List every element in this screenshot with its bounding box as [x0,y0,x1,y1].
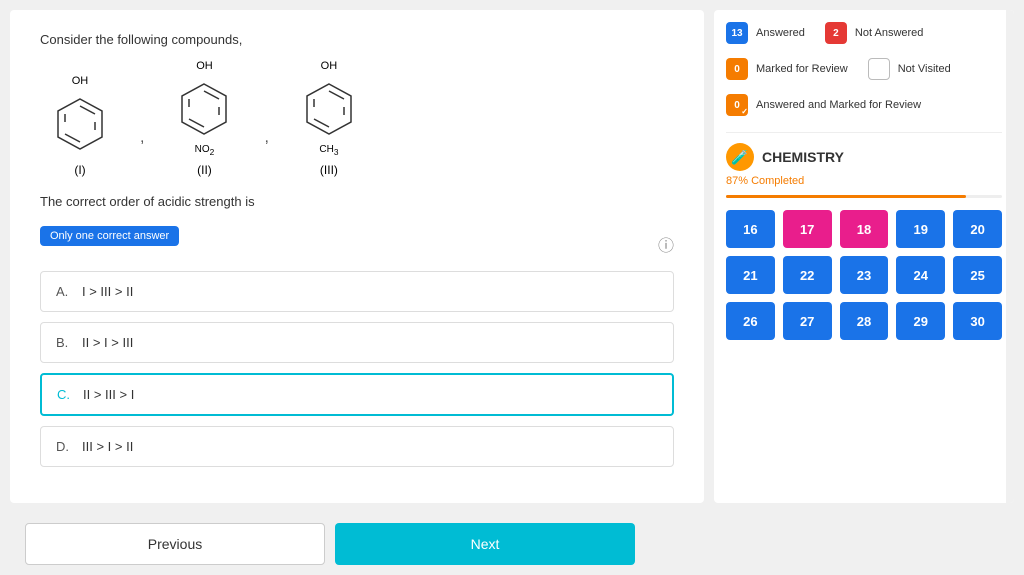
bottom-bar: Previous Next [0,513,1024,575]
q-btn-22[interactable]: 22 [783,256,832,294]
option-b-text: II > I > III [82,335,133,350]
compounds-container: OH (I) , OH [50,60,674,177]
compound-3-svg [299,74,359,144]
question-grid: 16 17 18 19 20 21 22 23 24 25 26 27 28 2… [726,210,1002,340]
option-a-text: I > III > II [82,284,133,299]
bottom-spacer [645,523,1009,565]
legend-not-visited: Not Visited [868,58,951,80]
q-btn-19[interactable]: 19 [896,210,945,248]
option-d[interactable]: D. III > I > II [40,426,674,467]
scrollbar[interactable] [1006,10,1014,503]
legend-row-1: 13 Answered 2 Not Answered [726,22,1002,52]
not-visited-badge [868,58,890,80]
right-panel: 13 Answered 2 Not Answered 0 Marked for … [714,10,1014,503]
compound-2-svg [174,74,234,144]
compound-2: OH NO2 (II) [174,60,234,177]
option-a-letter: A. [56,284,72,299]
comma-2: , [264,129,268,177]
q-btn-25[interactable]: 25 [953,256,1002,294]
compound-2-sub-top: OH [196,60,213,72]
answered-label: Answered [756,27,805,39]
comma-1: , [140,129,144,177]
badge-row: Only one correct answer ⓘ [40,226,674,261]
legend-container: 13 Answered 2 Not Answered 0 Marked for … [726,22,1002,133]
chemistry-icon: 🧪 [726,143,754,171]
progress-bar-fill [726,195,966,198]
question-text: Consider the following compounds, [40,30,674,50]
compound-3: OH CH3 (III) [299,60,359,177]
compound-1-svg [50,89,110,159]
subject-title: CHEMISTRY [762,149,844,165]
answered-marked-badge: 0✓ [726,94,748,116]
option-a[interactable]: A. I > III > II [40,271,674,312]
q-btn-27[interactable]: 27 [783,302,832,340]
q-btn-16[interactable]: 16 [726,210,775,248]
compound-2-sub-bottom: NO2 [195,144,215,157]
legend-answered-marked: 0✓ Answered and Marked for Review [726,94,1002,116]
option-c[interactable]: C. II > III > I [40,373,674,416]
q-btn-26[interactable]: 26 [726,302,775,340]
q-btn-23[interactable]: 23 [840,256,889,294]
q-btn-29[interactable]: 29 [896,302,945,340]
compound-2-label: (II) [197,163,212,177]
main-container: Consider the following compounds, OH (I)… [0,0,1024,513]
option-b-letter: B. [56,335,72,350]
q-btn-21[interactable]: 21 [726,256,775,294]
option-d-text: III > I > II [82,439,133,454]
progress-bar-container [726,195,1002,198]
prev-button[interactable]: Previous [25,523,325,565]
legend-marked: 0 Marked for Review [726,58,848,80]
option-b[interactable]: B. II > I > III [40,322,674,363]
q-btn-17[interactable]: 17 [783,210,832,248]
q-btn-20[interactable]: 20 [953,210,1002,248]
next-button[interactable]: Next [335,523,635,565]
option-d-letter: D. [56,439,72,454]
info-icon[interactable]: ⓘ [658,232,674,256]
option-c-text: II > III > I [83,387,134,402]
compound-3-sub-bottom: CH3 [319,144,338,157]
compound-3-label: (III) [320,163,338,177]
not-visited-label: Not Visited [898,63,951,75]
compound-1-sub: OH [72,75,89,87]
q-btn-30[interactable]: 30 [953,302,1002,340]
legend-row-2: 0 Marked for Review Not Visited [726,58,1002,88]
compound-3-sub-top: OH [321,60,338,72]
marked-label: Marked for Review [756,63,848,75]
not-answered-label: Not Answered [855,27,923,39]
not-answered-badge: 2 [825,22,847,44]
question-subtext: The correct order of acidic strength is [40,192,674,212]
options-container: A. I > III > II B. II > I > III C. II > … [40,271,674,467]
q-btn-24[interactable]: 24 [896,256,945,294]
q-btn-18[interactable]: 18 [840,210,889,248]
compound-1: OH (I) [50,75,110,177]
answered-marked-label: Answered and Marked for Review [756,99,921,111]
only-one-badge: Only one correct answer [40,226,179,246]
subject-header: 🧪 CHEMISTRY [726,143,1002,171]
marked-badge: 0 [726,58,748,80]
q-btn-28[interactable]: 28 [840,302,889,340]
compound-1-label: (I) [74,163,85,177]
progress-text: 87% Completed [726,175,1002,187]
option-c-letter: C. [57,387,73,402]
legend-answered: 13 Answered [726,22,805,44]
legend-not-answered: 2 Not Answered [825,22,923,44]
answered-badge: 13 [726,22,748,44]
question-panel: Consider the following compounds, OH (I)… [10,10,704,503]
